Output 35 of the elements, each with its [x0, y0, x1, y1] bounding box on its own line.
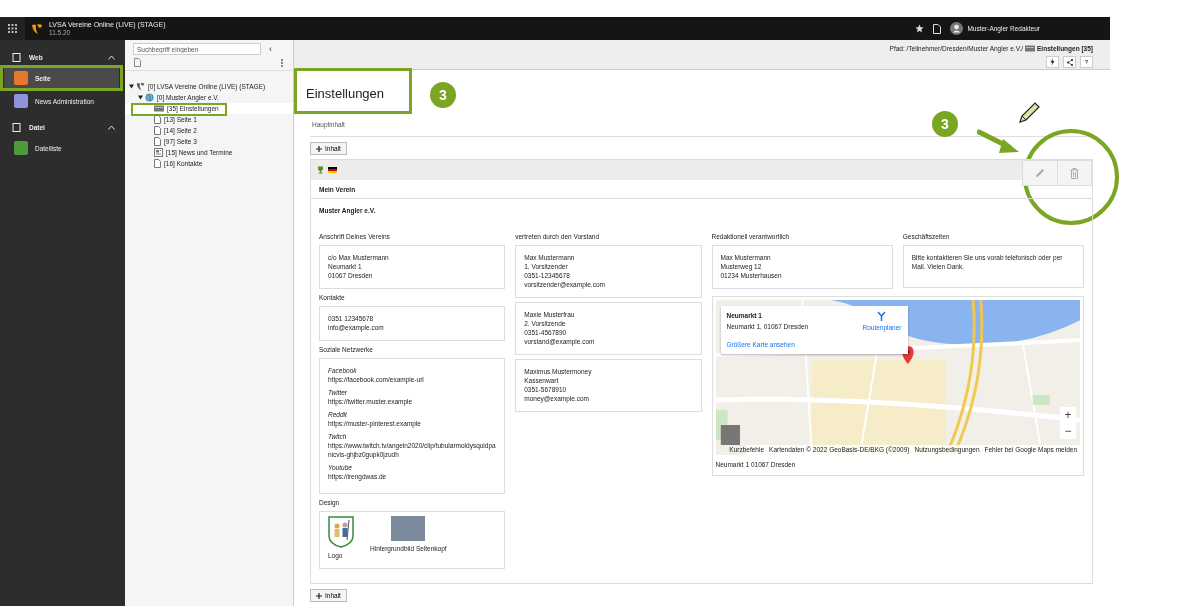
plus-icon — [316, 592, 322, 599]
caret-icon[interactable] — [138, 95, 143, 100]
step-badge: 3 — [430, 82, 456, 108]
flag-icon — [328, 167, 337, 173]
group-icon — [12, 52, 21, 62]
trash-icon — [1070, 167, 1079, 179]
group-icon — [12, 122, 21, 132]
pointer-arrow — [977, 129, 1021, 155]
folder-icon — [154, 105, 164, 112]
trophy-icon — [317, 166, 324, 174]
pencil-icon — [1035, 168, 1045, 178]
globe-icon — [145, 93, 154, 102]
clear-cache-button[interactable] — [1046, 56, 1059, 68]
page-icon — [154, 159, 161, 168]
lightning-icon — [1050, 58, 1055, 66]
pencil-drawing — [1017, 101, 1041, 125]
shield-logo-drawing — [328, 516, 354, 548]
new-page-icon[interactable] — [134, 58, 141, 67]
collapse-button[interactable]: ‹ — [269, 44, 272, 54]
directions-icon — [877, 311, 887, 321]
avatar-icon — [950, 22, 964, 35]
logo-icon — [31, 22, 43, 35]
plus-icon — [316, 145, 322, 152]
share-icon — [1066, 58, 1073, 66]
folder-icon — [1025, 45, 1035, 52]
photo-placeholder — [391, 516, 426, 541]
share-button[interactable] — [1063, 56, 1076, 68]
step-badge: 3 — [932, 111, 958, 137]
document-icon[interactable] — [933, 23, 942, 34]
news-icon — [154, 148, 163, 157]
apps-menu-button[interactable] — [0, 17, 25, 40]
caret-icon[interactable] — [129, 84, 134, 89]
star-icon[interactable] — [915, 24, 925, 33]
grid-icon — [8, 24, 17, 33]
logo-icon — [136, 82, 145, 91]
